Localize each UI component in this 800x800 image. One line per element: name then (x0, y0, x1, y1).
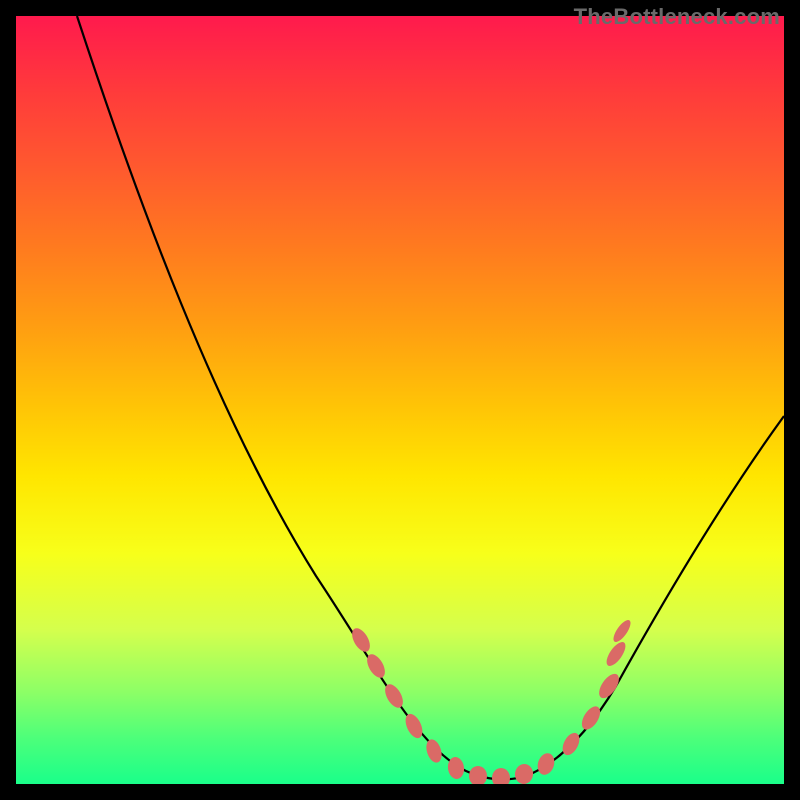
marker (603, 639, 629, 669)
chart-svg (16, 16, 784, 784)
marker-group (348, 617, 633, 784)
marker (535, 751, 557, 777)
marker (424, 737, 445, 764)
plot-area (16, 16, 784, 784)
marker (578, 703, 604, 732)
bottleneck-curve (77, 16, 784, 779)
marker (610, 617, 633, 644)
marker (513, 763, 534, 784)
marker (348, 625, 373, 655)
marker (492, 768, 510, 784)
chart-frame: TheBottleneck.com (0, 0, 800, 800)
marker (402, 711, 426, 740)
marker (469, 766, 487, 784)
marker (381, 681, 406, 711)
watermark-text: TheBottleneck.com (574, 4, 780, 30)
